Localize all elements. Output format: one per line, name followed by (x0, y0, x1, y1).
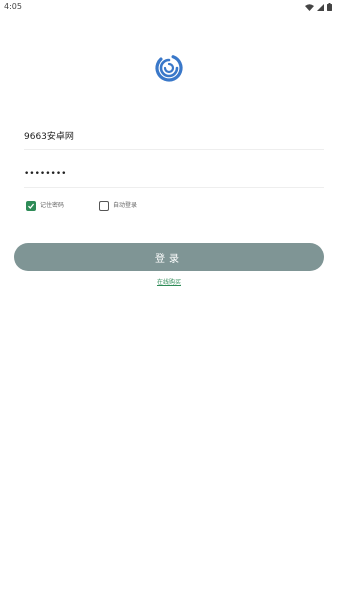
login-screen: 4:05 记住密码 (0, 0, 338, 600)
username-input[interactable] (24, 122, 324, 149)
login-button[interactable]: 登录 (14, 243, 324, 271)
spiral-logo-icon (155, 54, 183, 82)
status-time: 4:05 (4, 2, 22, 11)
remember-password-checkbox[interactable] (26, 201, 36, 211)
signal-icon (317, 3, 324, 11)
battery-icon (327, 3, 332, 11)
auto-login-label: 自动登录 (113, 202, 138, 209)
wifi-icon (305, 3, 314, 11)
password-input[interactable] (24, 160, 324, 187)
remember-password-option[interactable]: 记住密码 (26, 201, 64, 211)
status-bar: 4:05 (0, 0, 338, 14)
checkmark-icon (28, 203, 35, 209)
auto-login-checkbox[interactable] (99, 201, 109, 211)
auto-login-option[interactable]: 自动登录 (99, 201, 137, 211)
buy-online-link[interactable]: 在线购买 (0, 277, 338, 286)
password-field (24, 160, 324, 188)
username-field (24, 122, 324, 150)
status-icons (305, 3, 332, 11)
remember-password-label: 记住密码 (40, 202, 65, 209)
